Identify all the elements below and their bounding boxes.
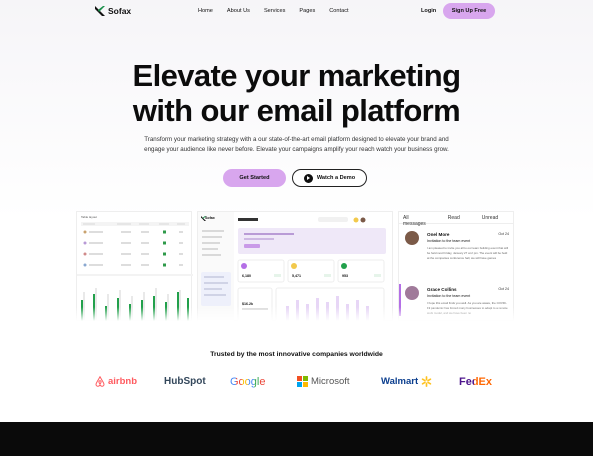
preview-inbox-panel: All messages Read Unread Onel More Invit…: [398, 211, 514, 321]
watch-demo-label: Watch a Demo: [316, 175, 356, 181]
hubspot-logo-text: HubSpot: [164, 376, 206, 387]
airbnb-logo-text: airbnb: [108, 376, 138, 387]
nav-links: Home About Us Services Pages Contact: [198, 8, 363, 14]
walmart-logo-text: Walmart: [381, 376, 419, 387]
signup-button[interactable]: Sign Up Free: [443, 3, 495, 19]
preview-dashboard-brand: Sofax: [205, 216, 215, 220]
inbox-message: Onel More Invitation to the team event O…: [405, 231, 509, 271]
login-link[interactable]: Login: [421, 8, 436, 14]
brand-name: Sofax: [108, 6, 132, 16]
preview-dashboard-panel: Sofax 6,180 5,471 953 $16.2k: [197, 211, 393, 321]
sofax-logo-icon: [95, 6, 105, 16]
microsoft-icon: [297, 376, 308, 387]
message-body: I am pleased to invite you all to our te…: [427, 246, 508, 260]
hero-headline-line-1: Elevate your marketing: [132, 58, 462, 93]
inbox-tab-all: All messages: [403, 215, 426, 227]
inbox-tab-unread: Unread: [481, 215, 499, 221]
brand-logo[interactable]: Sofax: [95, 6, 131, 16]
preview-fade: [76, 307, 514, 321]
preview-stat-2: 5,471: [292, 274, 301, 278]
nav-link-about[interactable]: About Us: [227, 8, 250, 14]
preview-stat-3: 953: [342, 274, 348, 278]
watch-demo-button[interactable]: Watch a Demo: [292, 169, 367, 187]
hero-headline: Elevate your marketing with our email pl…: [0, 58, 593, 128]
preview-table-panel: Table layout: [76, 211, 193, 321]
message-sender: Grace Collins: [427, 287, 457, 292]
inbox-tabs: All messages Read Unread: [399, 212, 513, 227]
nav-link-pages[interactable]: Pages: [299, 8, 315, 14]
nav-link-services[interactable]: Services: [264, 8, 285, 14]
inbox-tab-read: Read: [447, 215, 460, 221]
hero-subtext-line-2: engage your audience like never before. …: [144, 146, 449, 153]
airbnb-logo: airbnb: [95, 376, 137, 387]
hero-headline-line-2: with our email platform: [132, 93, 461, 128]
get-started-button[interactable]: Get Started: [223, 169, 286, 187]
message-date: Oct 24: [498, 287, 509, 291]
message-date: Oct 24: [498, 232, 509, 236]
top-navbar: Sofax Home About Us Services Pages Conta…: [0, 0, 593, 26]
airbnb-icon: [95, 376, 105, 387]
preview-table-graphic: [77, 222, 193, 321]
preview-dashboard-graphic: [198, 212, 386, 321]
product-preview: Table layout Sofax 6,180 5,471 953 $16.2…: [76, 211, 514, 321]
nav-link-contact[interactable]: Contact: [329, 8, 348, 14]
play-icon: [303, 173, 313, 183]
landing-page: Sofax Home About Us Services Pages Conta…: [0, 0, 593, 456]
preview-value: $16.2k: [242, 302, 253, 306]
google-logo: Google: [230, 376, 265, 388]
trusted-heading: Trusted by the most innovative companies…: [210, 351, 383, 358]
walmart-spark-icon: [421, 376, 432, 387]
avatar: [405, 231, 419, 245]
hero-subtext-line-1: Transform your marketing strategy with a…: [144, 136, 449, 143]
message-sender: Onel More: [427, 232, 450, 237]
fedex-logo-text: FedEx: [459, 376, 493, 388]
microsoft-logo: Microsoft: [297, 376, 350, 387]
preview-stat-1: 6,180: [242, 274, 251, 278]
google-logo-text: Google: [230, 376, 266, 388]
microsoft-logo-text: Microsoft: [311, 376, 350, 387]
walmart-logo: Walmart: [381, 376, 432, 387]
hero-subtext: Transform your marketing strategy with a…: [118, 135, 475, 155]
footer-band: [0, 422, 593, 456]
partner-logos: airbnb HubSpot Google Microsoft Walmart …: [0, 376, 593, 394]
nav-link-home[interactable]: Home: [198, 8, 213, 14]
avatar: [405, 286, 419, 300]
hubspot-logo: HubSpot: [164, 376, 206, 387]
message-subject: Invitation to the team event: [427, 239, 471, 243]
fedex-logo: FedEx: [459, 376, 492, 388]
message-subject: Invitation to the team event: [427, 294, 471, 298]
